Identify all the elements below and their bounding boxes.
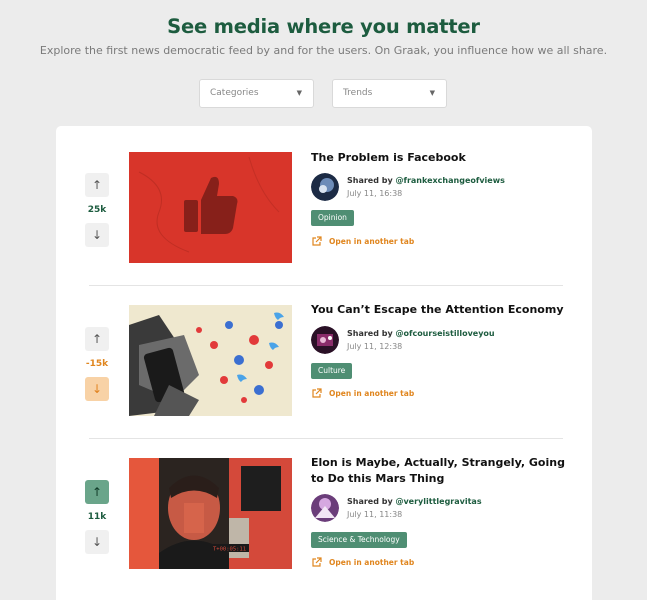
page-title: See media where you matter <box>167 15 480 38</box>
vote-control: ↑ 11k ↓ <box>85 480 109 554</box>
post-title[interactable]: Elon is Maybe, Actually, Strangely, Goin… <box>311 455 581 487</box>
thumbnail-caption: T+00:05:11 <box>213 547 246 553</box>
trends-select[interactable]: Trends ▼ <box>332 79 447 108</box>
arrow-down-icon: ↓ <box>91 228 103 242</box>
shared-by-prefix: Shared by <box>347 329 396 338</box>
categories-select[interactable]: Categories ▼ <box>199 79 314 108</box>
arrow-down-icon: ↓ <box>91 382 103 396</box>
vote-control: ↑ 25k ↓ <box>85 173 109 247</box>
downvote-button[interactable]: ↓ <box>85 530 109 554</box>
trends-select-label: Trends <box>343 88 373 98</box>
divider <box>89 285 563 286</box>
post-thumbnail[interactable]: T+00:05:11 <box>129 458 292 569</box>
open-link-label: Open in another tab <box>329 389 415 398</box>
caret-down-icon: ▼ <box>429 89 435 97</box>
arrow-up-icon: ↑ <box>91 178 103 192</box>
user-handle[interactable]: @frankexchangeofviews <box>395 176 504 185</box>
categories-select-label: Categories <box>210 88 259 98</box>
divider <box>89 438 563 439</box>
upvote-button[interactable]: ↑ <box>85 327 109 351</box>
open-link[interactable]: Open in another tab <box>311 388 414 399</box>
category-tag[interactable]: Opinion <box>311 210 354 226</box>
open-link-label: Open in another tab <box>329 237 415 246</box>
avatar <box>311 326 339 354</box>
post-date: July 11, 12:38 <box>347 342 403 351</box>
user-handle[interactable]: @verylittlegravitas <box>395 497 481 506</box>
avatar <box>311 494 339 522</box>
open-link[interactable]: Open in another tab <box>311 236 414 247</box>
post-thumbnail[interactable] <box>129 305 292 416</box>
arrow-up-icon: ↑ <box>91 332 103 346</box>
downvote-button[interactable]: ↓ <box>85 223 109 247</box>
avatar <box>311 173 339 201</box>
arrow-down-icon: ↓ <box>91 535 103 549</box>
vote-count: 11k <box>87 512 107 522</box>
category-tag[interactable]: Culture <box>311 363 353 379</box>
post-title[interactable]: You Can’t Escape the Attention Economy <box>311 302 581 318</box>
upvote-button[interactable]: ↑ <box>85 480 109 504</box>
shared-by-prefix: Shared by <box>347 497 396 506</box>
shared-by: Shared by @frankexchangeofviews <box>347 176 505 185</box>
shared-by: Shared by @verylittlegravitas <box>347 497 482 506</box>
vote-control: ↑ -15k ↓ <box>85 327 109 401</box>
external-link-icon <box>312 557 322 567</box>
shared-by-prefix: Shared by <box>347 176 396 185</box>
user-handle[interactable]: @ofcourseistilloveyou <box>395 329 494 338</box>
shared-by: Shared by @ofcourseistilloveyou <box>347 329 495 338</box>
upvote-button[interactable]: ↑ <box>85 173 109 197</box>
external-link-icon <box>312 236 322 246</box>
page-subtitle: Explore the first news democratic feed b… <box>39 44 608 57</box>
post-title[interactable]: The Problem is Facebook <box>311 150 581 166</box>
open-link-label: Open in another tab <box>329 558 415 567</box>
feed-card: ↑ 25k ↓ The Problem is Facebook Shared b… <box>56 126 592 600</box>
vote-count: -15k <box>85 359 109 369</box>
open-link[interactable]: Open in another tab <box>311 557 414 568</box>
category-tag[interactable]: Science & Technology <box>311 532 407 548</box>
external-link-icon <box>312 388 322 398</box>
post-date: July 11, 11:38 <box>347 510 403 519</box>
post-date: July 11, 16:38 <box>347 189 403 198</box>
arrow-up-icon: ↑ <box>91 485 103 499</box>
post-thumbnail[interactable] <box>129 152 292 263</box>
downvote-button[interactable]: ↓ <box>85 377 109 401</box>
caret-down-icon: ▼ <box>296 89 302 97</box>
vote-count: 25k <box>87 205 107 215</box>
